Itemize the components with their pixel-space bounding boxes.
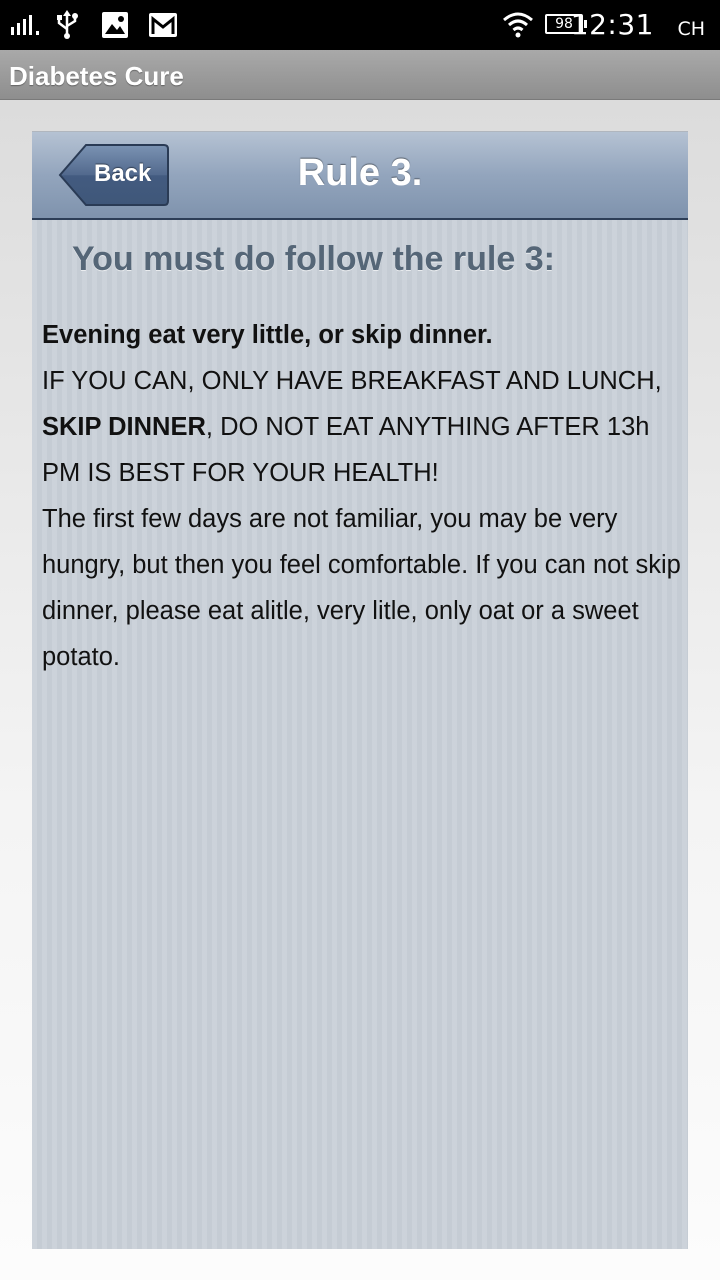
- rule-lead-text: Evening eat very little, or skip dinner.: [42, 321, 493, 349]
- caps-part-1: IF YOU CAN, ONLY HAVE BREAKFAST AND LUNC…: [42, 367, 662, 395]
- app-title-bar: Diabetes Cure: [0, 50, 720, 100]
- navigation-bar: Back Rule 3.: [32, 132, 688, 220]
- image-icon: [102, 12, 128, 38]
- status-bar: 98 12:31 CH: [0, 0, 720, 50]
- rule-paragraph: The first few days are not familiar, you…: [42, 505, 681, 671]
- caps-bold-skip-dinner: SKIP DINNER: [42, 413, 206, 441]
- rule-lead: Evening eat very little, or skip dinner.: [42, 312, 682, 358]
- clock: 12:31: [570, 8, 654, 41]
- app-title: Diabetes Cure: [9, 61, 184, 91]
- input-method-indicator: CH: [677, 18, 705, 40]
- usb-icon: [57, 10, 78, 39]
- rule-heading: You must do follow the rule 3:: [72, 240, 555, 278]
- wifi-icon: [503, 12, 533, 38]
- gmail-icon: [149, 13, 177, 37]
- rule-body: Evening eat very little, or skip dinner.…: [42, 312, 682, 680]
- page-title: Rule 3.: [297, 152, 423, 194]
- signal-icon: [11, 15, 39, 35]
- rule-panel: Back Rule 3. You must do follow the rule…: [32, 131, 688, 1249]
- rule-caps-text: IF YOU CAN, ONLY HAVE BREAKFAST AND LUNC…: [42, 358, 682, 496]
